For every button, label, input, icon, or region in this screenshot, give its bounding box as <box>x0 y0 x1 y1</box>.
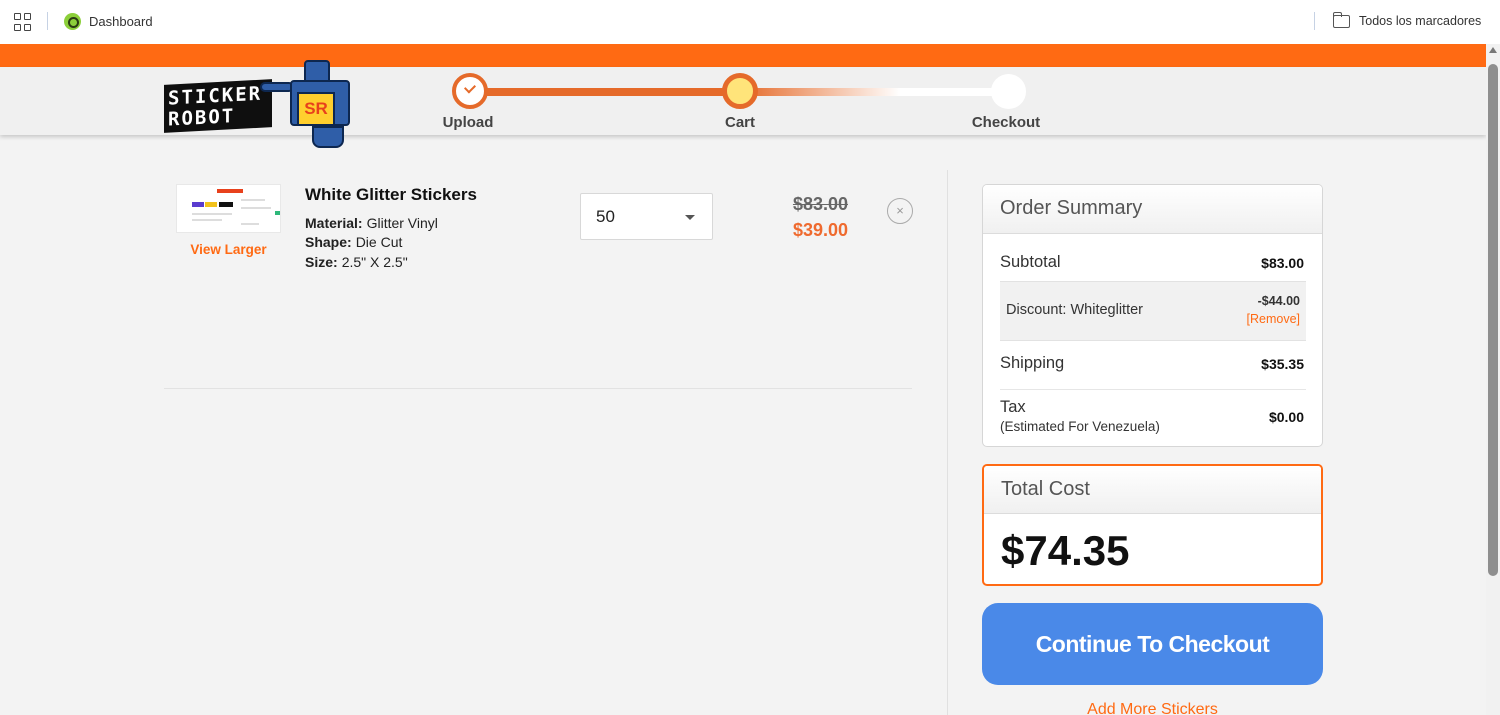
robot-antenna <box>304 60 330 82</box>
bookmark-separator <box>47 12 48 30</box>
step-cart-current-icon <box>722 73 758 109</box>
total-cost-panel: Total Cost $74.35 <box>982 464 1323 586</box>
all-bookmarks-link[interactable]: Todos los marcadores <box>1359 14 1481 28</box>
progress-track-done <box>470 88 740 96</box>
logo-wordmark: STICKER ROBOT <box>164 79 272 133</box>
discount-row: Discount: Whiteglitter -$44.00 [Remove] <box>1000 281 1306 341</box>
column-divider <box>947 170 948 715</box>
step-label-checkout: Checkout <box>971 114 1041 131</box>
attribute-label: Shape: <box>305 234 352 250</box>
item-attribute-material: Material: Glitter Vinyl <box>305 215 438 231</box>
bookmark-dashboard[interactable]: Dashboard <box>89 14 153 29</box>
step-upload-check-icon[interactable] <box>452 73 488 109</box>
subtotal-label: Subtotal <box>1000 253 1061 271</box>
summary-divider <box>1000 389 1306 390</box>
dashboard-favicon-icon[interactable] <box>64 13 81 30</box>
scroll-up-arrow-icon[interactable] <box>1489 47 1497 53</box>
remove-discount-link[interactable]: [Remove] <box>1247 312 1301 326</box>
step-label-upload[interactable]: Upload <box>408 114 528 131</box>
total-cost-header: Total Cost <box>984 466 1321 514</box>
subtotal-value: $83.00 <box>1261 255 1304 271</box>
discount-value: -$44.00 <box>1257 294 1300 308</box>
logo-line-2: ROBOT <box>168 105 236 131</box>
attribute-label: Size: <box>305 254 338 270</box>
item-attribute-size: Size: 2.5" X 2.5" <box>305 254 408 270</box>
item-attribute-shape: Shape: Die Cut <box>305 234 402 250</box>
attribute-value: Die Cut <box>355 234 403 250</box>
discounted-price: $39.00 <box>792 220 848 240</box>
remove-item-close-icon[interactable]: × <box>887 198 913 224</box>
order-summary-title: Order Summary <box>1000 197 1143 219</box>
attribute-value: 2.5" X 2.5" <box>341 254 408 270</box>
view-larger-link[interactable]: View Larger <box>176 242 281 257</box>
quantity-select[interactable]: 50 <box>580 193 713 240</box>
step-label-cart: Cart <box>724 114 755 131</box>
bookmark-separator <box>1314 12 1315 30</box>
item-divider <box>164 388 912 389</box>
quantity-value: 50 <box>596 207 615 226</box>
continue-to-checkout-button[interactable]: Continue To Checkout <box>982 603 1323 685</box>
folder-icon[interactable] <box>1332 12 1350 28</box>
order-summary-panel: Order Summary Subtotal $83.00 Discount: … <box>982 184 1323 447</box>
discount-label: Discount: Whiteglitter <box>1006 302 1143 318</box>
tax-label: Tax <box>1000 398 1026 416</box>
original-price: $83.00 <box>792 194 848 214</box>
shipping-label: Shipping <box>1000 354 1065 372</box>
robot-arm <box>260 82 294 92</box>
item-title: White Glitter Stickers <box>305 185 477 204</box>
tax-value: $0.00 <box>1268 409 1304 425</box>
add-more-stickers-link[interactable]: Add More Stickers <box>982 701 1323 715</box>
step-checkout-pending-icon <box>991 74 1026 109</box>
attribute-label: Material: <box>305 215 363 231</box>
bookmarks-bar: Dashboard Todos los marcadores <box>0 0 1500 44</box>
scrollbar-thumb[interactable] <box>1488 64 1498 576</box>
attribute-value: Glitter Vinyl <box>366 215 438 231</box>
sticker-robot-logo[interactable]: STICKER ROBOT SR <box>164 58 364 148</box>
tax-note: (Estimated For Venezuela) <box>1000 419 1160 434</box>
apps-grid-icon[interactable] <box>14 13 32 31</box>
robot-body <box>312 126 344 148</box>
caret-down-icon <box>685 215 695 220</box>
sticker-thumbnail[interactable] <box>176 184 281 233</box>
total-cost-title: Total Cost <box>1001 478 1090 500</box>
progress-track-fade <box>740 88 900 96</box>
shipping-value: $35.35 <box>1261 356 1304 372</box>
robot-badge: SR <box>297 92 335 126</box>
total-cost-value: $74.35 <box>1001 527 1130 574</box>
order-summary-header: Order Summary <box>983 185 1322 234</box>
